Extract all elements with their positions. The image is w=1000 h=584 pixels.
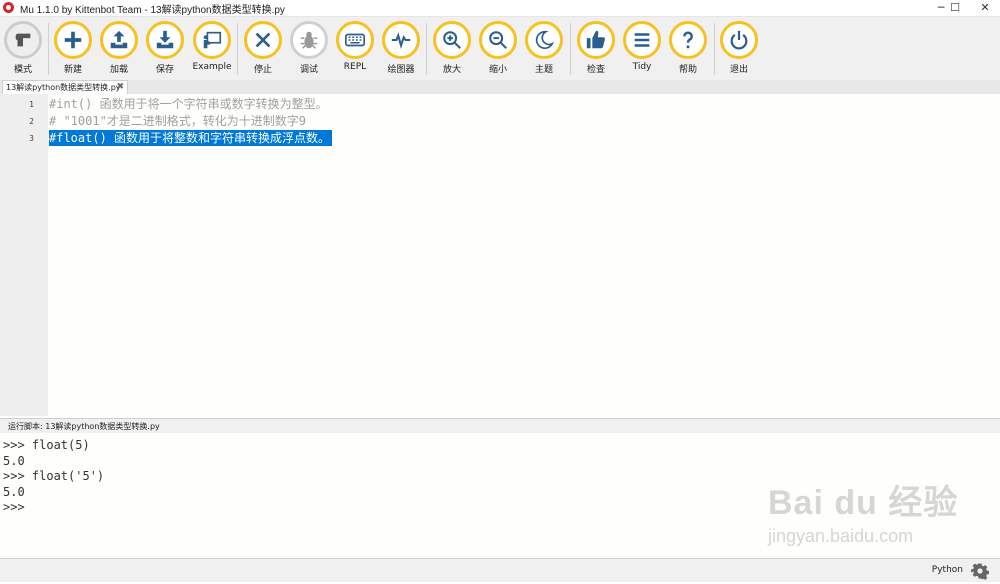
quit-button[interactable]: 退出 [716,21,762,75]
code-line[interactable]: # "1001"才是二进制格式，转化为十进制数字9 [49,113,306,129]
mode-button[interactable]: 模式 [0,21,46,75]
tab-close-icon[interactable]: ✖ [116,81,124,94]
moon-icon [525,21,563,59]
pulse-icon [382,21,420,59]
maximize-button[interactable]: ☐ [941,0,969,16]
baidu-watermark: Bai du 经验 jingyan.baidu.com [768,475,958,547]
repl-line: 5.0 [3,485,25,499]
zoom-out-icon [479,21,517,59]
repl-line: >>> float('5') [3,469,105,483]
repl-button[interactable]: REPL [332,21,378,72]
code-line[interactable]: #int() 函数用于将一个字符串或数字转换为整型。 [49,96,328,112]
repl-label: REPL [343,62,367,72]
repl-prompt[interactable]: >>> [3,499,32,515]
keyboard-icon [336,21,374,59]
debug-label: 调试 [299,65,318,75]
help-button[interactable]: 帮助 [665,21,711,75]
question-icon [669,21,707,59]
tab-bar: 13解读python数据类型转换.py ✖ [0,80,1000,94]
plus-icon [54,21,92,59]
repl-header: 运行脚本: 13解读python数据类型转换.py [0,418,1000,433]
upload-icon [100,21,138,59]
presenter-icon [193,21,231,59]
status-bar: Python [0,558,1000,582]
gear-icon[interactable] [971,562,989,580]
lines-icon [623,21,661,59]
repl-line: >>> float(5) [3,438,90,452]
repl-line: 5.0 [3,454,25,468]
bug-icon [290,21,328,59]
window-title: Mu 1.1.0 by Kittenbot Team - 13解读python数… [20,5,285,16]
example-label: Example [192,62,232,72]
toolbar-separator [570,23,571,75]
example-button[interactable]: Example [189,21,235,72]
theme-button[interactable]: 主题 [521,21,567,75]
toolbar-separator [714,23,715,75]
line-number-gutter: 1 2 3 [0,94,48,416]
plotter-button[interactable]: 绘图器 [378,21,424,75]
quit-label: 退出 [729,65,748,75]
mode-icon [4,21,42,59]
title-bar: Mu 1.1.0 by Kittenbot Team - 13解读python数… [0,0,1000,17]
zoom-in-label: 放大 [442,65,461,75]
power-icon [720,21,758,59]
load-button[interactable]: 加载 [96,21,142,75]
tidy-label: Tidy [632,62,652,72]
toolbar-separator [48,23,49,75]
toolbar-separator [237,23,238,75]
zoom-out-button[interactable]: 缩小 [475,21,521,75]
plotter-label: 绘图器 [387,65,415,75]
line-number: 3 [29,134,34,143]
stop-label: 停止 [253,65,272,75]
line-number: 2 [29,117,34,126]
help-label: 帮助 [678,65,697,75]
check-button[interactable]: 检查 [573,21,619,75]
close-icon [244,21,282,59]
new-button[interactable]: 新建 [50,21,96,75]
code-line-selected[interactable]: #float() 函数用于将整数和字符串转换成浮点数。 [49,130,333,146]
mu-app-icon [3,2,14,13]
tab-file[interactable]: 13解读python数据类型转换.py ✖ [2,80,128,94]
stop-button[interactable]: 停止 [240,21,286,75]
mode-label: 模式 [13,65,32,75]
line-number: 1 [29,100,34,109]
load-label: 加载 [109,65,128,75]
watermark-brand: Bai du 经验 [768,484,959,522]
code-editor[interactable]: 1 2 3 #int() 函数用于将一个字符串或数字转换为整型。 # "1001… [0,94,1000,416]
tab-label: 13解读python数据类型转换.py [6,83,121,92]
check-label: 检查 [586,65,605,75]
toolbar: 模式 新建 加载 保存 Example 停止 调试 REPL 绘图器 放大 缩小… [0,17,1000,80]
mode-indicator: Python [931,565,963,575]
debug-button[interactable]: 调试 [286,21,332,75]
thumbs-up-icon [577,21,615,59]
watermark-url: jingyan.baidu.com [768,526,914,546]
download-icon [146,21,184,59]
save-label: 保存 [155,65,174,75]
zoom-in-button[interactable]: 放大 [429,21,475,75]
toolbar-separator [426,23,427,75]
zoom-in-icon [433,21,471,59]
close-window-button[interactable]: ✕ [971,0,999,16]
tidy-button[interactable]: Tidy [619,21,665,72]
theme-label: 主题 [534,65,553,75]
new-label: 新建 [63,65,82,75]
save-button[interactable]: 保存 [142,21,188,75]
zoom-out-label: 缩小 [488,65,507,75]
